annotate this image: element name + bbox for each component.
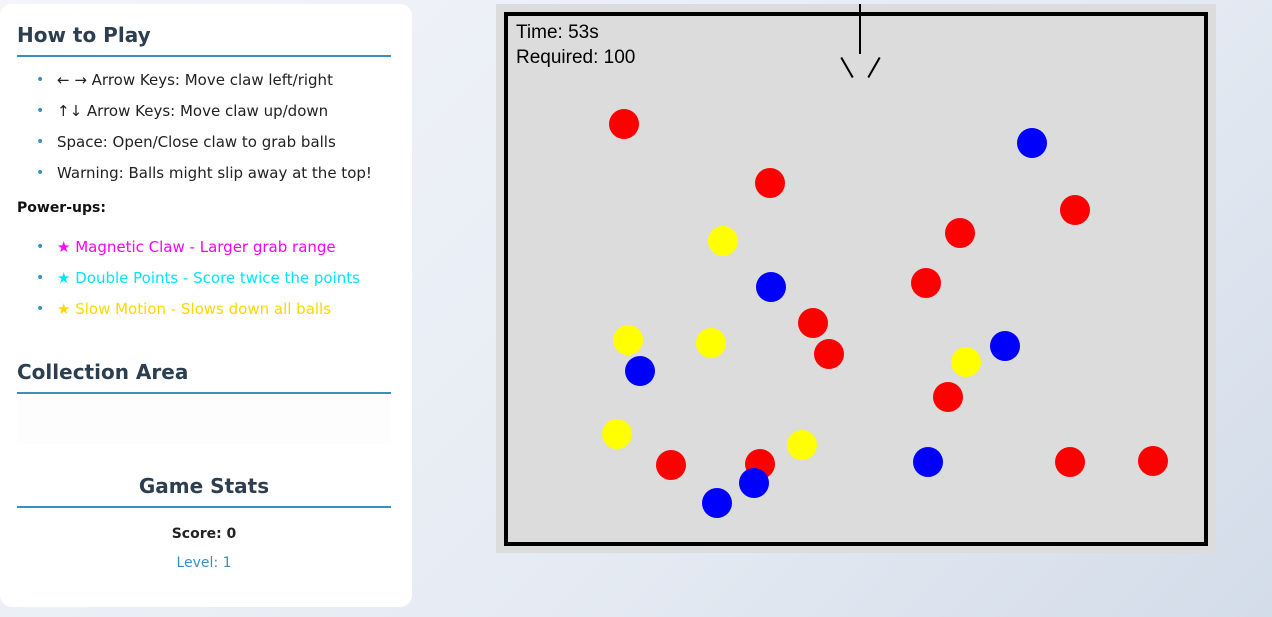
powerups-label: Power-ups:: [17, 200, 106, 216]
red-ball[interactable]: [814, 339, 844, 369]
rule-move-horizontal: ← → Arrow Keys: Move claw left/right: [17, 71, 391, 102]
game-board[interactable]: Time: 53s Required: 100: [504, 4, 1208, 546]
yellow-ball[interactable]: [696, 328, 726, 358]
collection-area: [17, 396, 391, 444]
blue-ball[interactable]: [625, 356, 655, 386]
game-stats-title: Game Stats: [17, 474, 391, 508]
rule-warning: Warning: Balls might slip away at the to…: [17, 164, 391, 195]
game-canvas[interactable]: Time: 53s Required: 100: [496, 4, 1216, 553]
powerup-slow-motion: ★ Slow Motion - Slows down all balls: [17, 300, 391, 331]
rule-grab: Space: Open/Close claw to grab balls: [17, 133, 391, 164]
required-score-display: Required: 100: [516, 47, 636, 68]
yellow-ball[interactable]: [613, 325, 643, 355]
blue-ball[interactable]: [739, 468, 769, 498]
red-ball[interactable]: [1055, 447, 1085, 477]
red-ball[interactable]: [911, 268, 941, 298]
red-ball[interactable]: [656, 450, 686, 480]
red-ball[interactable]: [1060, 195, 1090, 225]
blue-ball[interactable]: [702, 488, 732, 518]
blue-ball[interactable]: [756, 272, 786, 302]
red-ball[interactable]: [798, 308, 828, 338]
timer-display: Time: 53s: [516, 22, 599, 43]
claw-left-arm: [840, 57, 854, 78]
level-display: Level: 1: [176, 555, 232, 571]
score-display: Score: 0: [171, 526, 237, 542]
blue-ball[interactable]: [990, 331, 1020, 361]
rules-list: ← → Arrow Keys: Move claw left/right ↑↓ …: [17, 71, 391, 195]
how-to-play-title: How to Play: [17, 23, 391, 57]
red-ball[interactable]: [755, 168, 785, 198]
yellow-ball[interactable]: [951, 347, 981, 377]
powerup-double-points: ★ Double Points - Score twice the points: [17, 269, 391, 300]
red-ball[interactable]: [1138, 446, 1168, 476]
red-ball[interactable]: [609, 109, 639, 139]
powerup-magnetic-claw: ★ Magnetic Claw - Larger grab range: [17, 238, 391, 269]
collection-area-title: Collection Area: [17, 360, 391, 394]
red-ball[interactable]: [933, 382, 963, 412]
red-ball[interactable]: [945, 218, 975, 248]
sidebar-panel: How to Play ← → Arrow Keys: Move claw le…: [0, 4, 412, 607]
claw-right-arm: [867, 57, 881, 78]
blue-ball[interactable]: [913, 447, 943, 477]
yellow-ball[interactable]: [602, 419, 632, 449]
blue-ball[interactable]: [1017, 128, 1047, 158]
powerups-list: ★ Magnetic Claw - Larger grab range ★ Do…: [17, 238, 391, 331]
rule-move-vertical: ↑↓ Arrow Keys: Move claw up/down: [17, 102, 391, 133]
yellow-ball[interactable]: [708, 226, 738, 256]
yellow-ball[interactable]: [787, 430, 817, 460]
claw-rope: [859, 4, 861, 54]
